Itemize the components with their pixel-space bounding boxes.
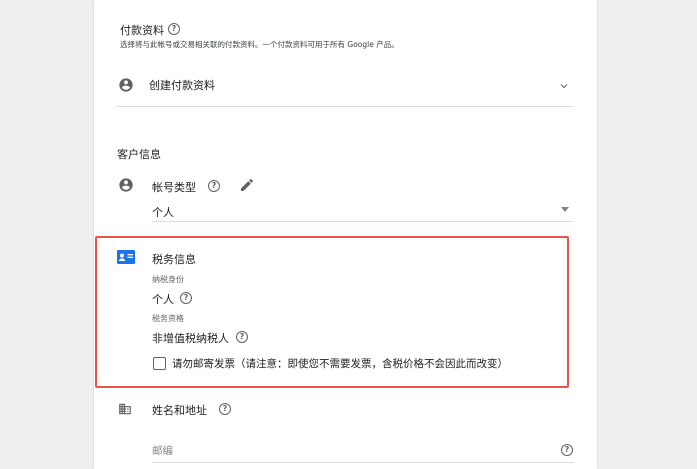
payment-profile-help-icon[interactable]: ? bbox=[168, 23, 180, 35]
pencil-edit-icon[interactable] bbox=[239, 177, 255, 193]
account-circle-icon bbox=[119, 78, 133, 92]
payment-profile-select-value: 创建付款资料 bbox=[149, 79, 215, 92]
account-circle-icon bbox=[119, 178, 133, 192]
tax-info-highlight-box bbox=[95, 236, 569, 388]
postal-code-underline bbox=[152, 462, 574, 463]
account-type-select[interactable]: 个人 bbox=[152, 200, 574, 222]
form-card bbox=[94, 0, 597, 469]
name-address-help-icon[interactable]: ? bbox=[219, 403, 231, 415]
name-address-heading: 姓名和地址 bbox=[152, 404, 207, 417]
account-type-value: 个人 bbox=[152, 206, 174, 219]
payment-profile-title: 付款资料 bbox=[120, 24, 164, 37]
building-icon bbox=[119, 403, 131, 415]
account-type-help-icon[interactable]: ? bbox=[208, 180, 220, 192]
payment-profile-select[interactable]: 创建付款资料 bbox=[117, 72, 574, 106]
payment-profile-underline bbox=[117, 106, 574, 107]
customer-info-heading: 客户信息 bbox=[117, 148, 161, 161]
postal-code-placeholder: 邮编 bbox=[152, 445, 173, 457]
chevron-down-icon bbox=[560, 84, 568, 89]
dropdown-arrow-icon bbox=[561, 207, 569, 212]
account-type-underline bbox=[152, 221, 574, 222]
postal-code-field[interactable]: 邮编 ? bbox=[152, 440, 574, 462]
account-type-label: 帐号类型 bbox=[152, 181, 196, 194]
postal-code-help-icon[interactable]: ? bbox=[561, 444, 573, 456]
payment-profile-description: 选择将与此帐号或交易相关联的付款资料。一个付款资料可用于所有 Google 产品… bbox=[120, 40, 399, 49]
